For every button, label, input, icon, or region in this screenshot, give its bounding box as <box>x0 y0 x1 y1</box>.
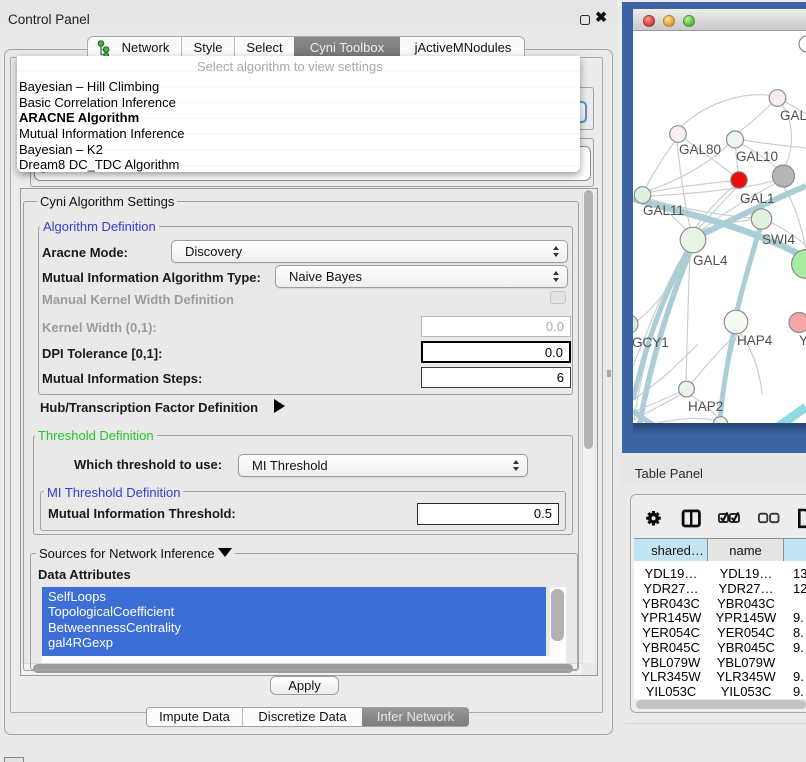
svg-text:GAL80: GAL80 <box>679 142 721 157</box>
svg-text:Y: Y <box>799 333 806 348</box>
svg-text:GAL1: GAL1 <box>740 191 775 206</box>
svg-text:GAL7: GAL7 <box>780 108 806 123</box>
svg-text:SWI4: SWI4 <box>762 232 795 247</box>
svg-text:HAP4: HAP4 <box>737 333 773 348</box>
svg-text:HAP2: HAP2 <box>688 399 723 414</box>
svg-text:GAL11: GAL11 <box>643 203 684 218</box>
svg-text:GAL4: GAL4 <box>693 253 728 268</box>
svg-text:GCY1: GCY1 <box>633 335 669 350</box>
svg-text:GAL10: GAL10 <box>736 149 778 164</box>
